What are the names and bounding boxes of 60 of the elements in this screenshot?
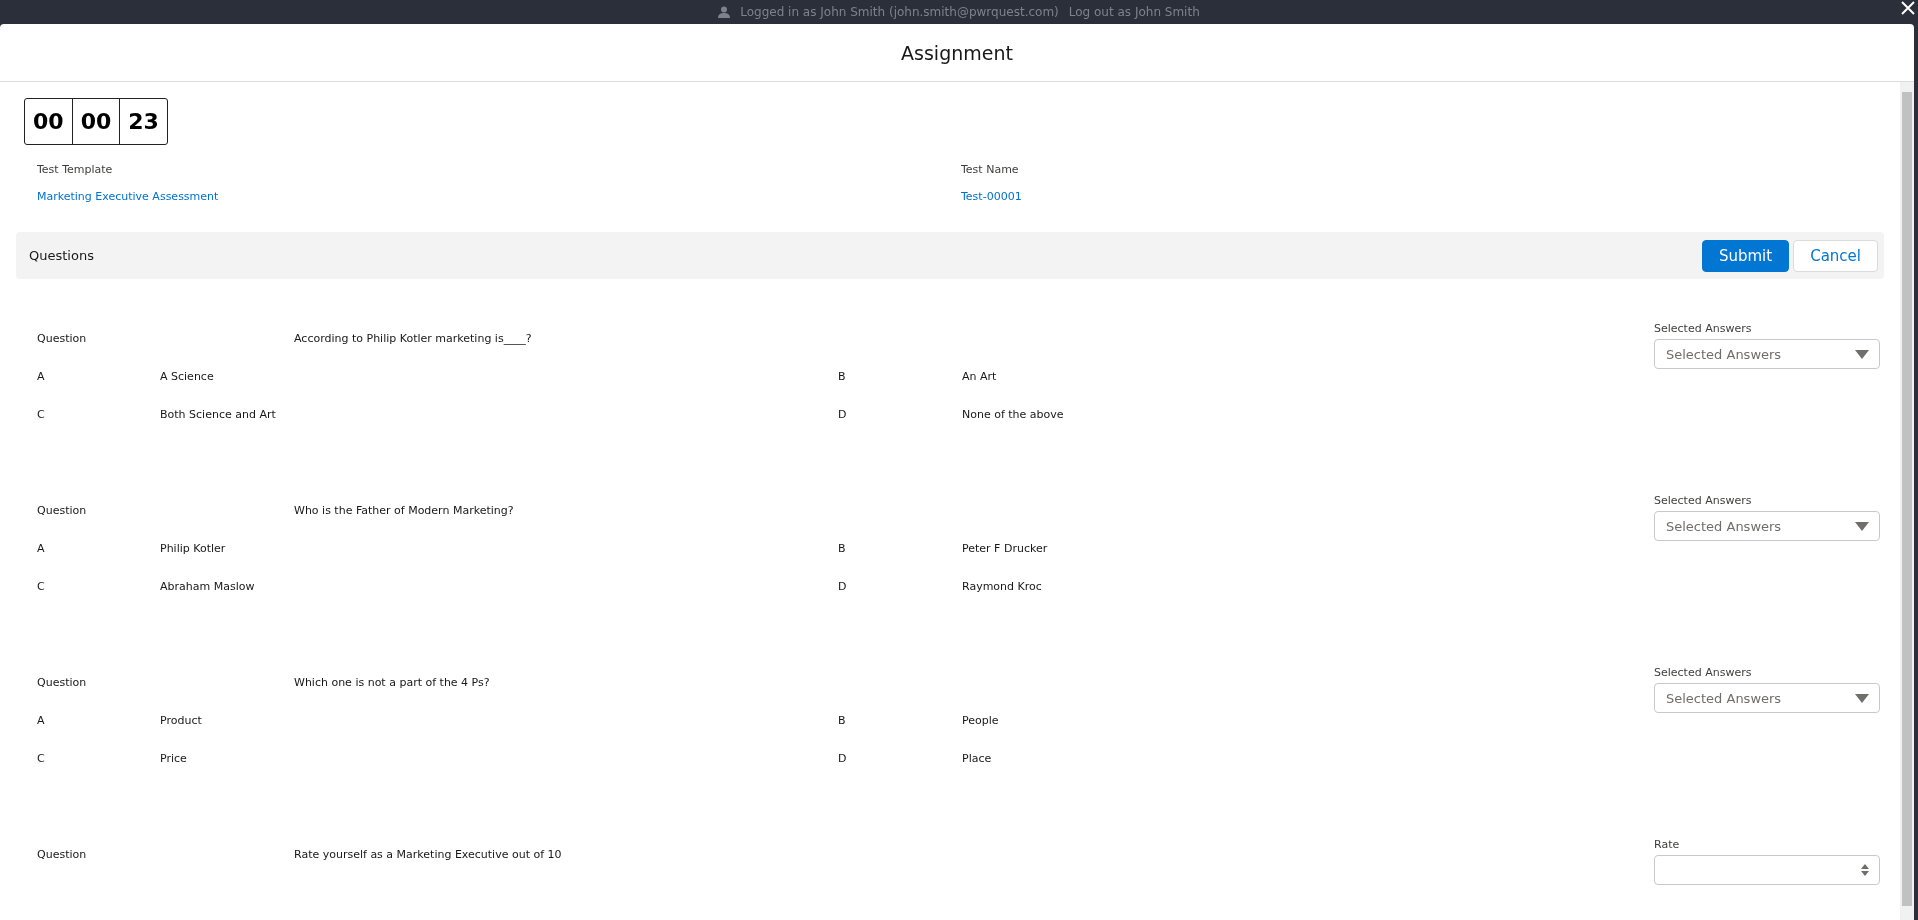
login-status: Logged in as John Smith (john.smith@pwrquest.com) bbox=[740, 5, 1059, 19]
option-letter: B bbox=[838, 369, 847, 383]
timer-digits: 00 bbox=[71, 99, 120, 144]
option-text: Philip Kotler bbox=[160, 541, 227, 555]
answer-dropdown[interactable]: Selected Answers bbox=[1654, 683, 1880, 713]
question-text: Who is the Father of Modern Marketing? bbox=[294, 503, 515, 517]
option-text: Place bbox=[962, 751, 993, 765]
option-letter: C bbox=[37, 407, 46, 421]
question-label: Question bbox=[37, 331, 88, 345]
caret-down-icon bbox=[1855, 521, 1869, 531]
timer-digits: 00 bbox=[32, 108, 65, 136]
timer-digits: 23 bbox=[119, 99, 167, 144]
option-text: A Science bbox=[160, 369, 215, 383]
submit-button[interactable]: Submit bbox=[1701, 239, 1790, 272]
option-text: Peter F Drucker bbox=[962, 541, 1049, 555]
option-letter: B bbox=[838, 541, 847, 555]
option-text: Price bbox=[160, 751, 188, 765]
question-label: Question bbox=[37, 503, 88, 517]
option-text: Abraham Maslow bbox=[160, 579, 256, 593]
option-text: None of the above bbox=[962, 407, 1065, 421]
question-text: According to Philip Kotler marketing is____? bbox=[294, 331, 533, 345]
rate-input[interactable] bbox=[1654, 855, 1880, 885]
option-letter: D bbox=[838, 407, 848, 421]
option-letter: B bbox=[838, 713, 847, 727]
option-text: People bbox=[962, 713, 1000, 727]
answer-dropdown[interactable]: Selected Answers bbox=[1654, 339, 1880, 369]
option-text: An Art bbox=[962, 369, 998, 383]
option-letter: A bbox=[37, 713, 46, 727]
answer-dropdown[interactable]: Selected Answers bbox=[1654, 511, 1880, 541]
field-link[interactable]: Marketing Executive Assessment bbox=[37, 190, 219, 203]
cancel-button[interactable]: Cancel bbox=[1793, 239, 1878, 272]
option-text: Raymond Kroc bbox=[962, 579, 1043, 593]
option-letter: C bbox=[37, 751, 46, 765]
logout-link[interactable]: Log out as John Smith bbox=[1068, 5, 1200, 19]
option-letter: A bbox=[37, 369, 46, 383]
answer-label: Selected Answers bbox=[1654, 322, 1753, 335]
option-letter: C bbox=[37, 579, 46, 593]
close-icon[interactable] bbox=[1900, 0, 1916, 16]
option-letter: D bbox=[838, 751, 848, 765]
section-title: Questions bbox=[29, 248, 94, 263]
field-label: Test Name bbox=[961, 163, 1020, 176]
answer-label: Selected Answers bbox=[1654, 494, 1753, 507]
answer-label: Rate bbox=[1654, 838, 1681, 851]
scrollbar[interactable] bbox=[1900, 82, 1914, 920]
caret-down-icon bbox=[1855, 693, 1869, 703]
caret-down-icon bbox=[1855, 349, 1869, 359]
modal-title: Assignment bbox=[901, 41, 1013, 64]
field-label: Test Template bbox=[37, 163, 114, 176]
question-label: Question bbox=[37, 675, 88, 689]
question-text: Which one is not a part of the 4 Ps? bbox=[294, 675, 491, 689]
answer-label: Selected Answers bbox=[1654, 666, 1753, 679]
field-link[interactable]: Test-00001 bbox=[961, 190, 1022, 203]
option-text: Product bbox=[160, 713, 203, 727]
option-letter: D bbox=[838, 579, 848, 593]
option-text: Both Science and Art bbox=[160, 407, 277, 421]
question-label: Question bbox=[37, 847, 88, 861]
option-letter: A bbox=[37, 541, 46, 555]
spinner-arrows-icon bbox=[1861, 863, 1869, 877]
question-text: Rate yourself as a Marketing Executive out of 10 bbox=[294, 847, 563, 861]
user-icon bbox=[718, 6, 731, 18]
